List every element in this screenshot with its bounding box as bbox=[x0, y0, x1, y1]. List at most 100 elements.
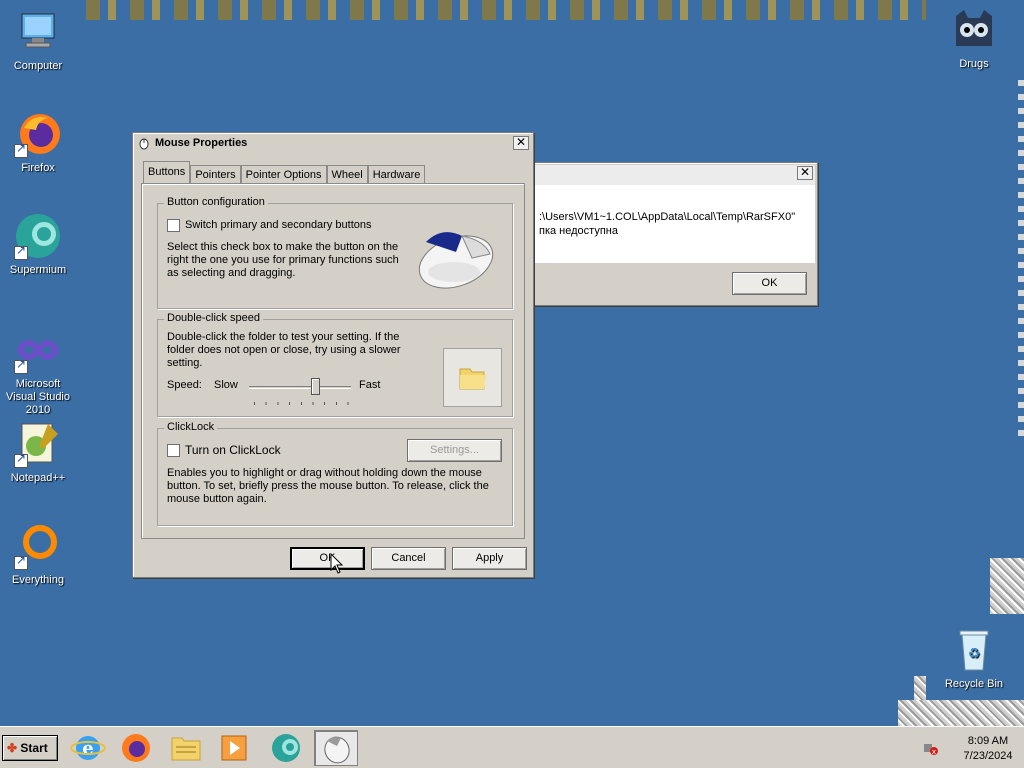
taskbar-internet-explorer[interactable]: e bbox=[66, 730, 110, 766]
desktop-noise-top bbox=[86, 0, 926, 20]
close-icon[interactable]: ✕ bbox=[797, 166, 813, 180]
folder-icon bbox=[171, 737, 201, 761]
shortcut-arrow-icon bbox=[14, 244, 28, 260]
tab-wheel[interactable]: Wheel bbox=[326, 165, 368, 184]
computer-icon bbox=[14, 8, 62, 56]
desktop-icon-supermium[interactable]: Supermium bbox=[0, 212, 76, 277]
switch-buttons-label[interactable]: Switch primary and secondary buttons bbox=[185, 219, 371, 232]
fast-label: Fast bbox=[359, 379, 381, 391]
cancel-button[interactable]: Cancel bbox=[371, 547, 446, 570]
supermium-icon bbox=[272, 734, 300, 762]
window-title: Mouse Properties bbox=[155, 137, 248, 149]
clicklock-checkbox[interactable] bbox=[167, 444, 180, 457]
visual-studio-icon bbox=[14, 326, 62, 374]
mouse-illustration-icon bbox=[418, 232, 494, 289]
speed-slider-track[interactable] bbox=[249, 386, 351, 389]
desktop-noise-block bbox=[914, 676, 926, 700]
desktop-icon-firefox[interactable]: Firefox bbox=[0, 110, 76, 175]
notepad-plus-plus-icon bbox=[14, 420, 62, 468]
svg-text:♻: ♻ bbox=[968, 646, 981, 662]
group-title: Double-click speed bbox=[164, 312, 263, 324]
system-tray: x 8:09 AM 7/23/2024 bbox=[914, 727, 1024, 768]
desktop-icon-label: Recycle Bin bbox=[944, 678, 1004, 690]
taskbar-mouse-properties[interactable] bbox=[314, 730, 358, 766]
firefox-icon bbox=[14, 110, 62, 158]
taskbar-media-player[interactable] bbox=[212, 730, 256, 766]
supermium-icon bbox=[14, 212, 62, 260]
tab-pointer-options[interactable]: Pointer Options bbox=[240, 165, 327, 184]
desktop-noise-block bbox=[990, 558, 1024, 614]
desktop-icon-notepad-plus-plus[interactable]: Notepad++ bbox=[0, 420, 76, 485]
firefox-icon bbox=[122, 734, 150, 762]
clicklock-label[interactable]: Turn on ClickLock bbox=[185, 444, 281, 457]
speed-label: Speed: bbox=[167, 379, 202, 391]
desktop-icon-label: Supermium bbox=[9, 264, 67, 276]
shortcut-arrow-icon bbox=[14, 358, 28, 374]
everything-search-icon bbox=[14, 522, 62, 570]
test-folder-box[interactable] bbox=[443, 348, 502, 407]
mouse-properties-window[interactable]: Mouse Properties ✕ Buttons Pointers Poin… bbox=[132, 132, 534, 578]
close-icon[interactable]: ✕ bbox=[513, 136, 529, 150]
double-click-speed-group: Double-click speed Double-click the fold… bbox=[157, 312, 513, 417]
internet-explorer-icon: e bbox=[70, 736, 106, 760]
error-dialog-body: :\Users\VM1~1.COL\AppData\Local\Temp\Rar… bbox=[535, 185, 815, 263]
error-message-path: :\Users\VM1~1.COL\AppData\Local\Temp\Rar… bbox=[539, 211, 796, 223]
windows-flag-icon: ✤ bbox=[7, 741, 18, 755]
speed-slider-thumb[interactable] bbox=[310, 378, 320, 395]
media-player-icon bbox=[221, 735, 247, 761]
button-config-description: Select this check box to make the button… bbox=[167, 241, 399, 279]
network-disconnected-icon[interactable]: x bbox=[922, 741, 938, 755]
desktop-icon-label: Everything bbox=[12, 574, 64, 586]
desktop-icon-label: Notepad++ bbox=[10, 472, 66, 484]
speed-slider-ticks bbox=[254, 402, 350, 405]
ok-button[interactable]: OK bbox=[290, 547, 365, 570]
desktop-icon-label: Drugs bbox=[959, 58, 989, 70]
button-configuration-group: Button configuration Switch primary and … bbox=[157, 196, 513, 309]
tab-hardware[interactable]: Hardware bbox=[367, 165, 426, 184]
desktop-icon-visual-studio[interactable]: Microsoft Visual Studio 2010 bbox=[0, 326, 76, 417]
error-ok-button[interactable]: OK bbox=[732, 272, 807, 295]
shortcut-arrow-icon bbox=[14, 452, 28, 468]
desktop-icon-label: Firefox bbox=[21, 162, 55, 174]
tab-strip: Buttons Pointers Pointer Options Wheel H… bbox=[143, 161, 426, 184]
clicklock-group: ClickLock Turn on ClickLock Settings... … bbox=[157, 421, 513, 526]
error-dialog-titlebar[interactable] bbox=[535, 165, 815, 185]
shortcut-arrow-icon bbox=[14, 142, 28, 158]
clicklock-settings-button[interactable]: Settings... bbox=[407, 439, 502, 462]
desktop-icon-label: Microsoft Visual Studio 2010 bbox=[5, 378, 70, 416]
desktop-noise-block bbox=[898, 700, 1024, 726]
clicklock-description: Enables you to highlight or drag without… bbox=[167, 467, 489, 505]
shortcut-arrow-icon bbox=[14, 554, 28, 570]
recycle-bin-icon: ♻ bbox=[950, 626, 998, 674]
start-button[interactable]: ✤ Start bbox=[2, 735, 58, 761]
tab-page-buttons: Button configuration Switch primary and … bbox=[141, 183, 525, 539]
desktop-icon-recycle-bin[interactable]: ♻ Recycle Bin bbox=[936, 626, 1012, 691]
desktop-icon-drugs[interactable]: Drugs bbox=[936, 6, 1012, 71]
error-message-text: пка недоступна bbox=[539, 225, 618, 237]
mouse-icon bbox=[324, 736, 350, 764]
clock-date[interactable]: 7/23/2024 bbox=[958, 750, 1018, 763]
taskbar-file-explorer[interactable] bbox=[164, 730, 208, 766]
taskbar-supermium[interactable] bbox=[264, 730, 308, 766]
taskbar-firefox[interactable] bbox=[114, 730, 158, 766]
svg-text:x: x bbox=[932, 748, 936, 755]
folder-icon bbox=[459, 368, 486, 390]
tab-pointers[interactable]: Pointers bbox=[190, 165, 241, 184]
desktop-noise-right bbox=[1018, 80, 1024, 440]
slow-label: Slow bbox=[214, 379, 238, 391]
apply-button[interactable]: Apply bbox=[452, 547, 527, 570]
group-title: ClickLock bbox=[164, 421, 218, 433]
double-click-description: Double-click the folder to test your set… bbox=[167, 331, 401, 369]
drugs-cat-face-icon bbox=[950, 6, 998, 54]
desktop-icon-everything[interactable]: Everything bbox=[0, 522, 76, 587]
tab-buttons[interactable]: Buttons bbox=[143, 161, 191, 183]
clock-time[interactable]: 8:09 AM bbox=[958, 735, 1018, 748]
mouse-properties-titlebar[interactable]: Mouse Properties bbox=[133, 133, 533, 153]
desktop-icon-label: Computer bbox=[13, 60, 63, 72]
desktop-icon-computer[interactable]: Computer bbox=[0, 8, 76, 73]
switch-buttons-checkbox[interactable] bbox=[167, 219, 180, 232]
group-title: Button configuration bbox=[164, 196, 268, 208]
error-dialog[interactable]: ✕ :\Users\VM1~1.COL\AppData\Local\Temp\R… bbox=[532, 162, 818, 306]
mouse-icon bbox=[139, 138, 149, 150]
mouse-cursor-icon bbox=[330, 553, 344, 574]
